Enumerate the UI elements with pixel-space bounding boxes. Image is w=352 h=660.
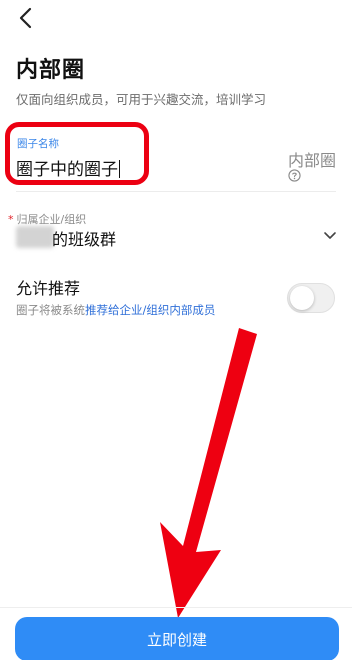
page-title: 内部圈 xyxy=(16,58,86,83)
org-field-label: * 归属企业/组织 xyxy=(8,211,86,227)
allow-recommend-desc-link: 推荐给企业/组织内部成员 xyxy=(85,303,216,317)
allow-recommend-desc-prefix: 圈子将被系统 xyxy=(16,303,85,317)
chevron-down-icon[interactable] xyxy=(322,228,338,244)
chevron-left-icon xyxy=(19,7,32,29)
org-select-value[interactable]: 的班级群 xyxy=(52,226,116,250)
org-label-text: 归属企业/组织 xyxy=(16,213,87,226)
toggle-knob xyxy=(290,286,314,310)
circle-type-label: 内部圈 xyxy=(287,151,336,170)
question-circle-icon[interactable] xyxy=(288,169,301,182)
allow-recommend-toggle[interactable] xyxy=(287,283,335,313)
allow-recommend-description: 圈子将被系统推荐给企业/组织内部成员 xyxy=(16,302,215,318)
footer-divider xyxy=(0,607,352,608)
create-now-button[interactable]: 立即创建 xyxy=(15,617,339,660)
required-mark: * xyxy=(8,213,14,226)
annotation-highlight-box xyxy=(5,122,149,185)
page-description: 仅面向组织成员，可用于兴趣交流，培训学习 xyxy=(16,92,267,107)
org-name-redacted xyxy=(16,226,54,248)
back-button[interactable] xyxy=(12,4,40,32)
divider xyxy=(16,191,336,192)
allow-recommend-title: 允许推荐 xyxy=(16,279,81,298)
